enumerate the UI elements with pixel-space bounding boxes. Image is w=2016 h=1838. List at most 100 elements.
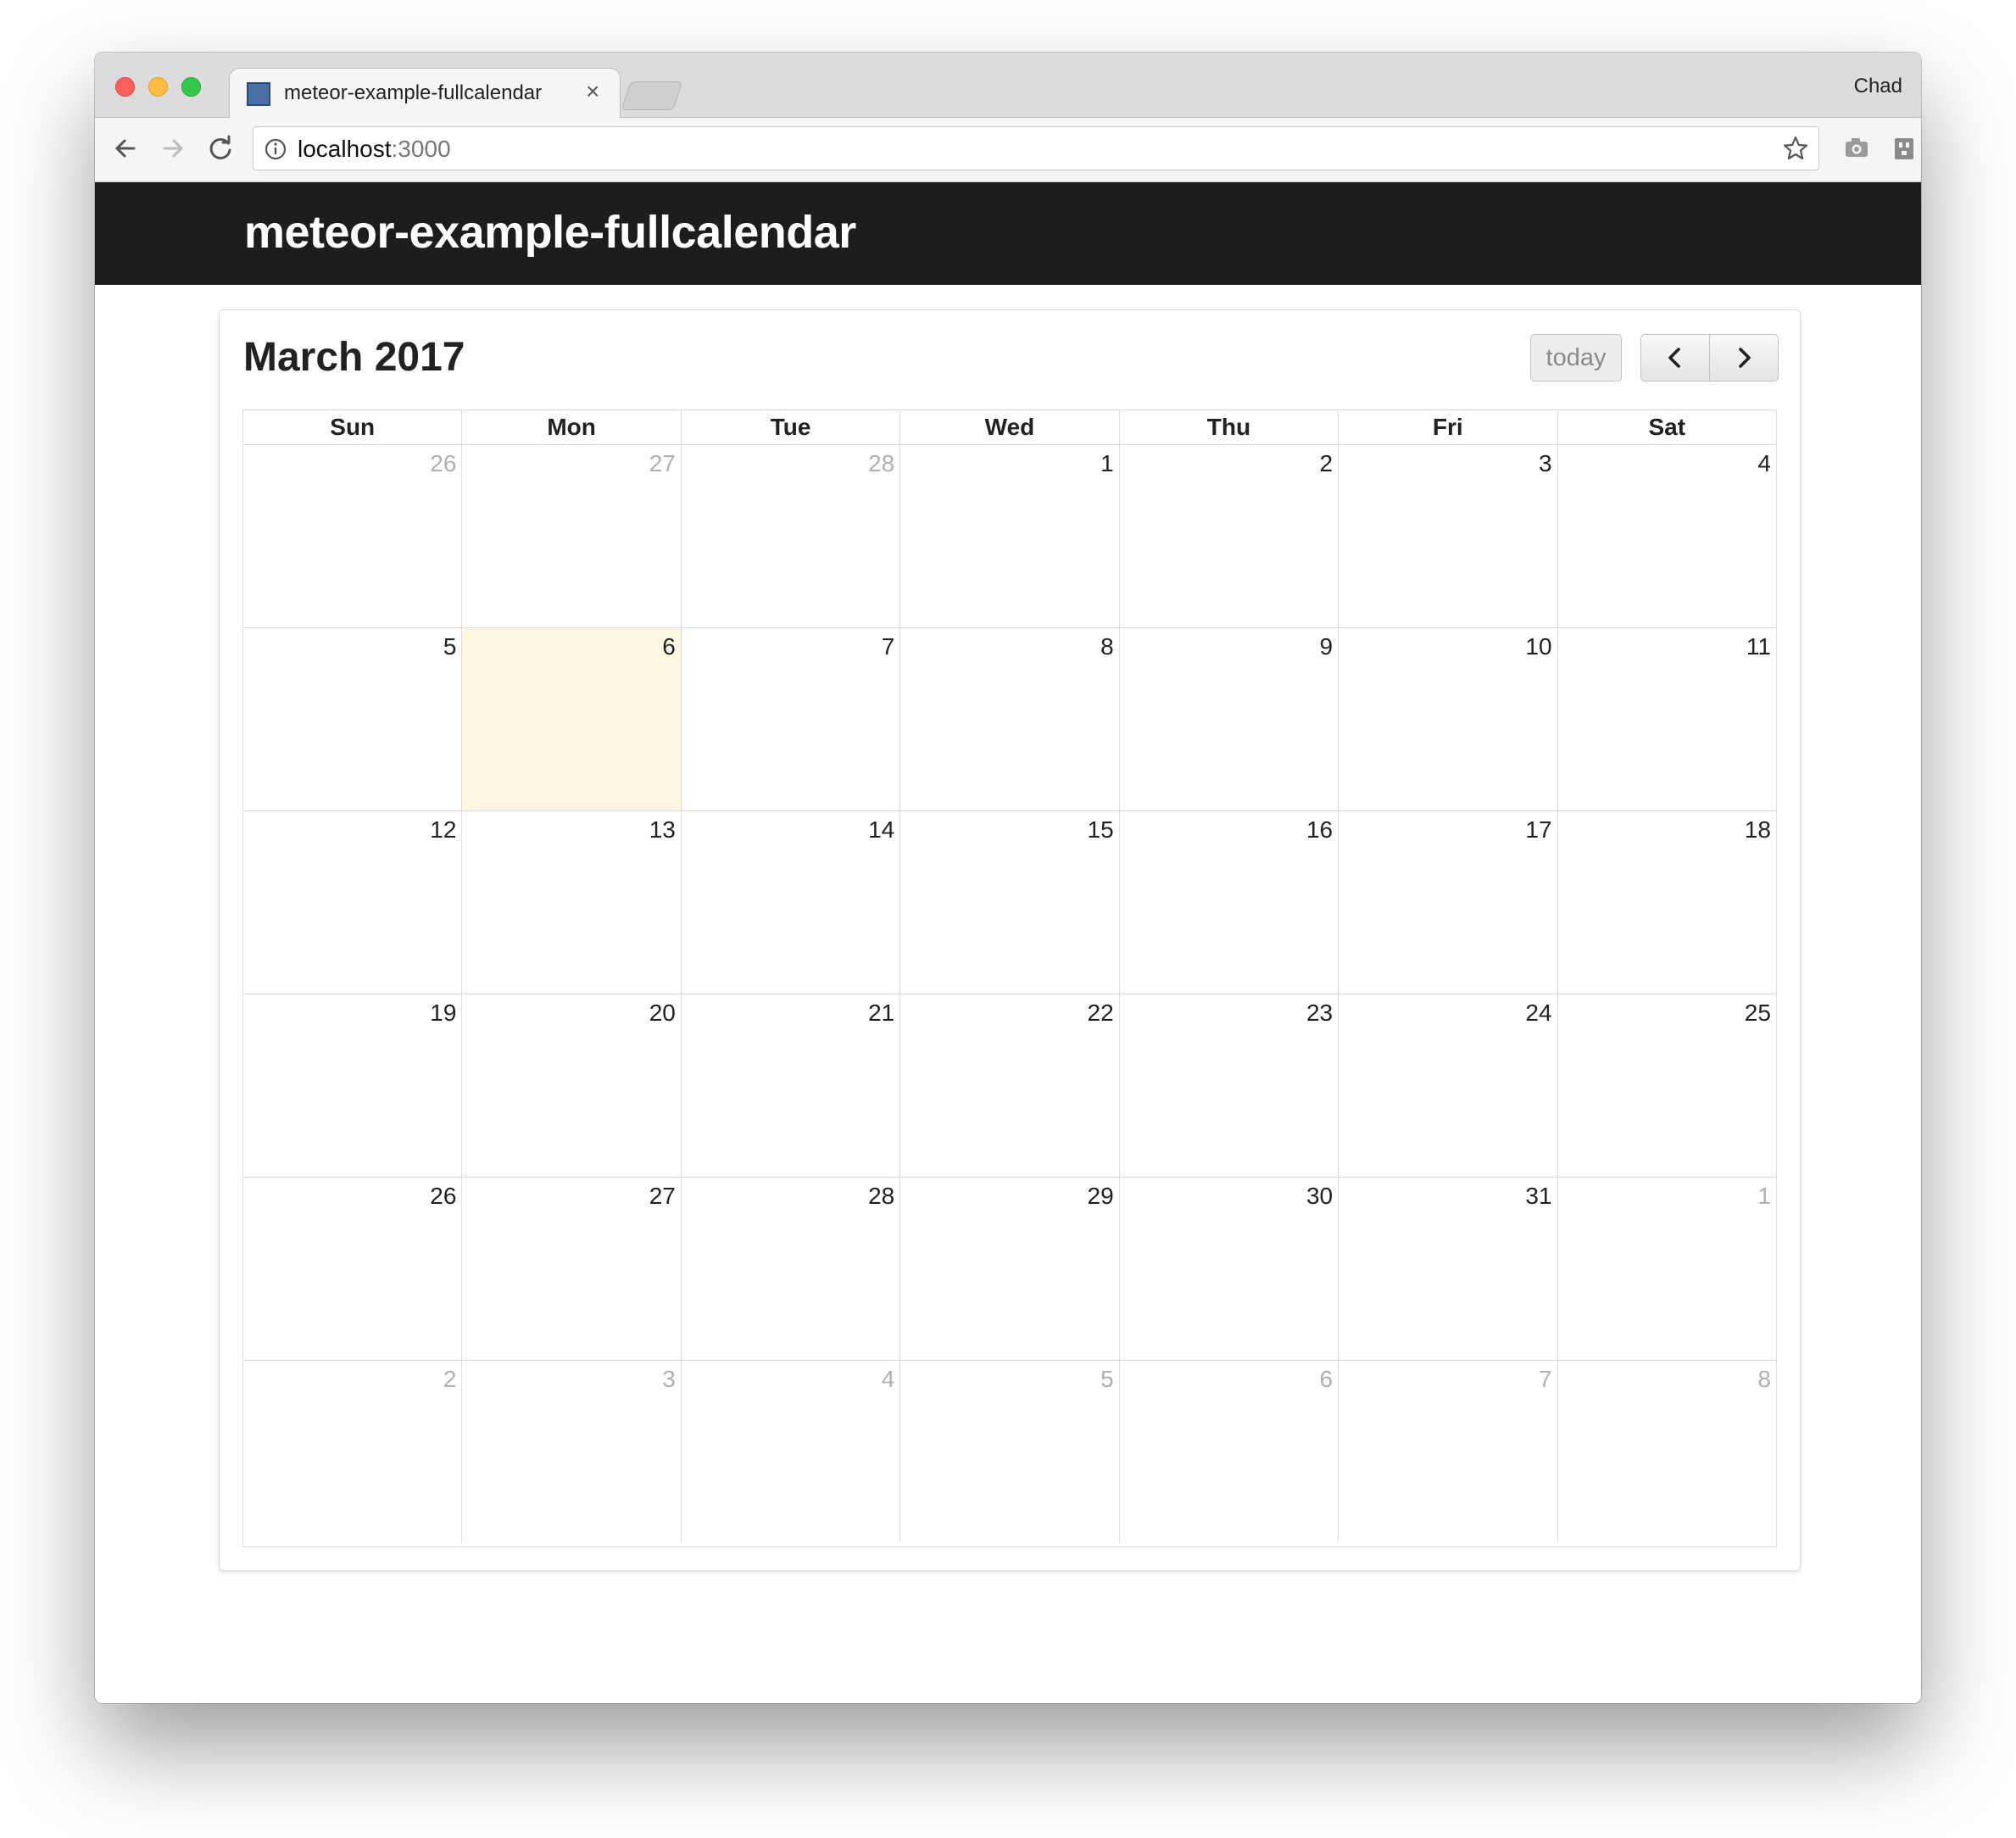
browser-tab[interactable]: meteor-example-fullcalendar × [229, 68, 621, 119]
profile-name[interactable]: Chad [1854, 75, 1902, 98]
day-cell[interactable]: 13 [462, 811, 682, 994]
day-number: 3 [1538, 450, 1552, 476]
day-cell[interactable]: 7 [1339, 1361, 1558, 1543]
day-number: 4 [881, 1366, 895, 1392]
day-number: 26 [430, 1183, 457, 1209]
day-number: 15 [1087, 816, 1114, 843]
day-cell[interactable]: 2 [243, 1361, 463, 1543]
day-cell[interactable]: 30 [1120, 1178, 1339, 1360]
day-number: 16 [1306, 816, 1334, 843]
prev-month-button[interactable] [1640, 334, 1710, 382]
window-close-button[interactable] [115, 77, 135, 97]
day-cell[interactable]: 18 [1558, 811, 1776, 994]
day-cell[interactable]: 7 [682, 628, 901, 810]
info-icon[interactable] [264, 137, 287, 161]
day-cell[interactable]: 8 [1558, 1361, 1776, 1543]
day-cell[interactable]: 24 [1339, 994, 1558, 1177]
day-cell-today[interactable]: 6 [462, 628, 682, 810]
extension-icon[interactable] [1889, 133, 1919, 164]
window-minimize-button[interactable] [148, 77, 168, 97]
day-cell[interactable]: 19 [243, 994, 463, 1177]
day-cell[interactable]: 29 [900, 1178, 1120, 1360]
day-cell[interactable]: 8 [900, 628, 1120, 810]
day-cell[interactable]: 17 [1339, 811, 1558, 994]
day-cell[interactable]: 16 [1120, 811, 1339, 994]
day-number: 14 [868, 816, 895, 843]
day-cell[interactable]: 25 [1558, 994, 1776, 1177]
day-cell[interactable]: 4 [1558, 445, 1776, 627]
day-number: 30 [1306, 1183, 1334, 1209]
day-number: 6 [662, 633, 676, 660]
day-cell[interactable]: 27 [462, 1178, 682, 1360]
day-cell[interactable]: 26 [243, 1178, 463, 1360]
day-number: 7 [881, 633, 895, 660]
app-navbar: meteor-example-fullcalendar [95, 182, 1921, 285]
day-number: 1 [1100, 450, 1114, 476]
day-number: 27 [649, 450, 676, 476]
today-button-label: today [1545, 343, 1607, 371]
chevron-left-icon [1668, 348, 1680, 368]
day-cell[interactable]: 31 [1339, 1178, 1558, 1360]
day-cell[interactable]: 5 [900, 1361, 1120, 1543]
reload-icon[interactable] [203, 131, 237, 165]
today-button[interactable]: today [1530, 334, 1622, 382]
day-cell[interactable]: 22 [900, 994, 1120, 1177]
day-cell[interactable]: 20 [462, 994, 682, 1177]
day-number: 17 [1525, 816, 1552, 843]
address-bar[interactable]: localhost:3000 [253, 126, 1819, 170]
day-number: 7 [1538, 1366, 1552, 1392]
day-number: 2 [443, 1366, 457, 1392]
day-cell[interactable]: 15 [900, 811, 1120, 994]
day-cell[interactable]: 4 [682, 1361, 901, 1543]
app-brand[interactable]: meteor-example-fullcalendar [244, 206, 856, 259]
day-cell[interactable]: 2 [1120, 445, 1339, 627]
day-cell[interactable]: 21 [682, 994, 901, 1177]
day-number: 5 [1100, 1366, 1114, 1392]
calendar-title: March 2017 [243, 335, 465, 380]
day-cell[interactable]: 1 [900, 445, 1120, 627]
bookmark-star-icon[interactable] [1781, 134, 1810, 163]
day-header-fri: Fri [1339, 410, 1558, 444]
tab-close-icon[interactable]: × [586, 79, 599, 104]
day-header-tue: Tue [682, 410, 901, 444]
window-maximize-button[interactable] [181, 77, 201, 97]
day-number: 22 [1087, 1000, 1114, 1026]
day-cell[interactable]: 28 [682, 445, 901, 627]
browser-toolbar: localhost:3000 [95, 118, 1921, 182]
url-text: localhost:3000 [298, 136, 451, 163]
day-cell[interactable]: 12 [243, 811, 463, 994]
day-number: 11 [1746, 633, 1771, 660]
page-content: meteor-example-fullcalendar March 2017 t… [95, 182, 1921, 1703]
day-cell[interactable]: 6 [1120, 1361, 1339, 1543]
day-number: 13 [649, 816, 676, 843]
day-number: 2 [1319, 450, 1334, 476]
url-host: localhost [298, 136, 392, 162]
day-cell[interactable]: 11 [1558, 628, 1776, 810]
next-month-button[interactable] [1709, 334, 1779, 382]
url-port: :3000 [391, 136, 451, 162]
new-tab-button[interactable] [621, 81, 683, 110]
day-cell[interactable]: 10 [1339, 628, 1558, 810]
day-cell[interactable]: 27 [462, 445, 682, 627]
day-cell[interactable]: 14 [682, 811, 901, 994]
week-row: 26 27 28 29 30 31 1 [243, 1178, 1776, 1361]
back-arrow-icon[interactable] [109, 131, 142, 165]
day-number: 19 [430, 1000, 457, 1026]
day-number: 27 [649, 1183, 676, 1209]
day-number: 24 [1525, 1000, 1552, 1026]
day-number: 28 [868, 450, 895, 476]
day-cell[interactable]: 3 [1339, 445, 1558, 627]
day-cell[interactable]: 28 [682, 1178, 901, 1360]
day-cell[interactable]: 5 [243, 628, 463, 810]
day-number: 23 [1306, 1000, 1334, 1026]
forward-arrow-icon[interactable] [156, 131, 190, 165]
calendar-panel: March 2017 today Sun Mon Tue Wed Thu Fri Sat 2… [219, 309, 1801, 1571]
day-number: 29 [1087, 1183, 1114, 1209]
week-row: 26 27 28 1 2 3 4 [243, 445, 1776, 628]
camera-icon[interactable] [1841, 133, 1872, 164]
day-cell[interactable]: 26 [243, 445, 463, 627]
day-cell[interactable]: 3 [462, 1361, 682, 1543]
day-cell[interactable]: 23 [1120, 994, 1339, 1177]
day-cell[interactable]: 9 [1120, 628, 1339, 810]
day-cell[interactable]: 1 [1558, 1178, 1776, 1360]
